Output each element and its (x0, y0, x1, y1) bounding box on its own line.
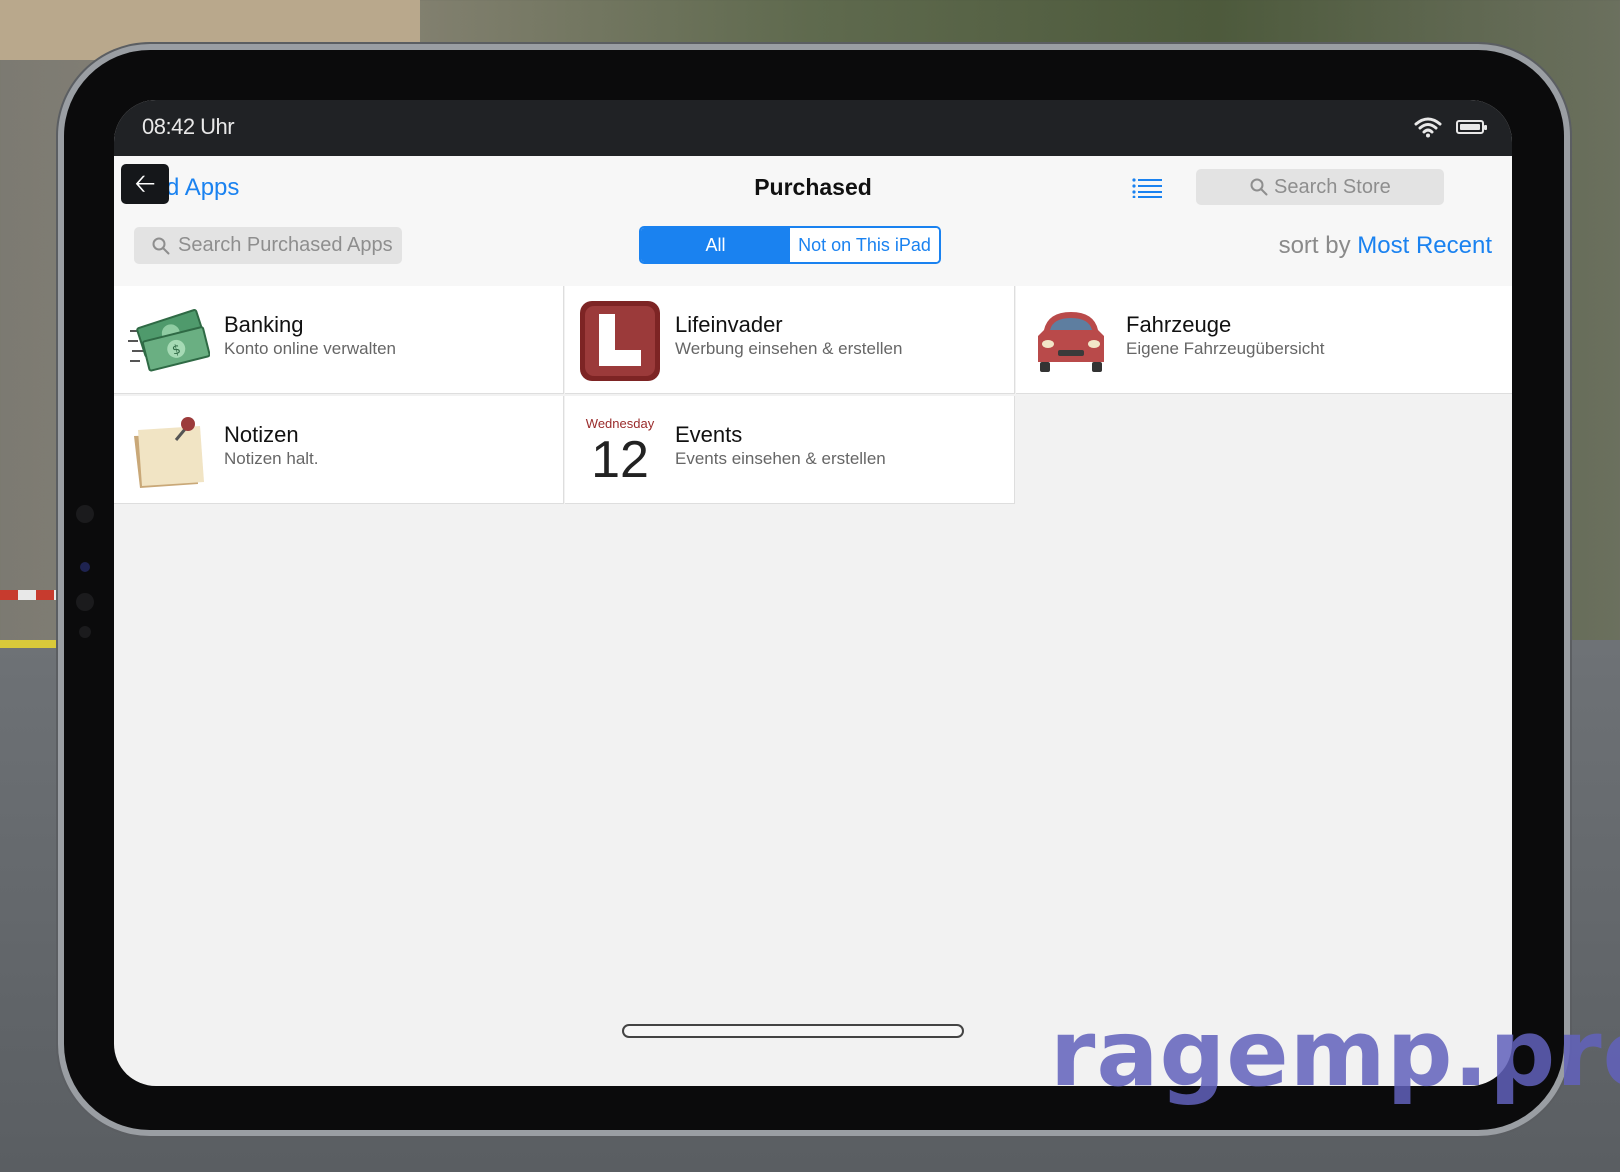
segment-not-on-this-ipad[interactable]: Not on This iPad (790, 228, 939, 262)
search-icon (152, 237, 170, 255)
home-indicator[interactable] (622, 1024, 964, 1038)
app-name: Events (675, 422, 743, 447)
store-search-input[interactable]: Search Store (1196, 169, 1444, 205)
tablet-screen: 08:42 Uhr d Apps 🡠 Purchased Search Stor… (114, 100, 1512, 1086)
purchased-search-input[interactable]: Search Purchased Apps (134, 227, 402, 264)
money-icon: $ (128, 309, 210, 372)
background-curb (0, 640, 60, 648)
search-icon (1250, 178, 1268, 196)
app-description: Werbung einsehen & erstellen (675, 339, 903, 358)
calendar-icon: Wednesday 12 (579, 410, 661, 492)
notes-icon (134, 417, 204, 488)
list-view-icon[interactable] (1132, 178, 1162, 198)
camera-dot (76, 505, 94, 523)
background-barrier (0, 590, 70, 600)
app-card-banking[interactable]: $ Banking Konto online verwalten (114, 286, 564, 394)
app-name: Fahrzeuge (1126, 312, 1232, 337)
sort-control: sort by Most Recent (1279, 232, 1492, 260)
segment-all[interactable]: All (641, 228, 790, 262)
battery-icon (1456, 120, 1487, 134)
app-description: Notizen halt. (224, 449, 319, 468)
app-name: Lifeinvader (675, 312, 783, 337)
calendar-day: Wednesday (585, 416, 655, 431)
watermark: ragemp.pro (1050, 1000, 1620, 1107)
lifeinvader-icon (580, 301, 660, 381)
sensor-dot (79, 626, 91, 638)
app-name: Notizen (224, 422, 299, 447)
app-card-notizen[interactable]: Notizen Notizen halt. (114, 396, 564, 504)
purchased-search-placeholder: Search Purchased Apps (178, 234, 393, 256)
store-search-placeholder: Search Store (1274, 176, 1391, 198)
sensor-dot (80, 562, 90, 572)
app-description: Events einsehen & erstellen (675, 449, 886, 468)
app-card-fahrzeuge[interactable]: Fahrzeuge Eigene Fahrzeugübersicht (1016, 286, 1512, 394)
status-time: 08:42 Uhr (142, 114, 235, 139)
filter-segmented-control: All Not on This iPad (639, 226, 941, 264)
app-card-events[interactable]: Wednesday 12 Events Events einsehen & er… (565, 396, 1015, 504)
nav-bar: d Apps 🡠 Purchased Search Store Search P… (114, 156, 1512, 286)
wifi-icon (1414, 117, 1442, 138)
camera-dot (76, 593, 94, 611)
app-description: Eigene Fahrzeugübersicht (1126, 339, 1325, 358)
app-card-lifeinvader[interactable]: Lifeinvader Werbung einsehen & erstellen (565, 286, 1015, 394)
sort-label: sort by (1278, 232, 1351, 259)
app-description: Konto online verwalten (224, 339, 397, 358)
car-icon (1038, 312, 1104, 372)
tablet-frame: 08:42 Uhr d Apps 🡠 Purchased Search Stor… (64, 50, 1564, 1130)
calendar-date: 12 (591, 431, 649, 489)
app-name: Banking (224, 312, 304, 337)
status-bar: 08:42 Uhr (114, 100, 1512, 156)
sort-value[interactable]: Most Recent (1357, 232, 1492, 259)
